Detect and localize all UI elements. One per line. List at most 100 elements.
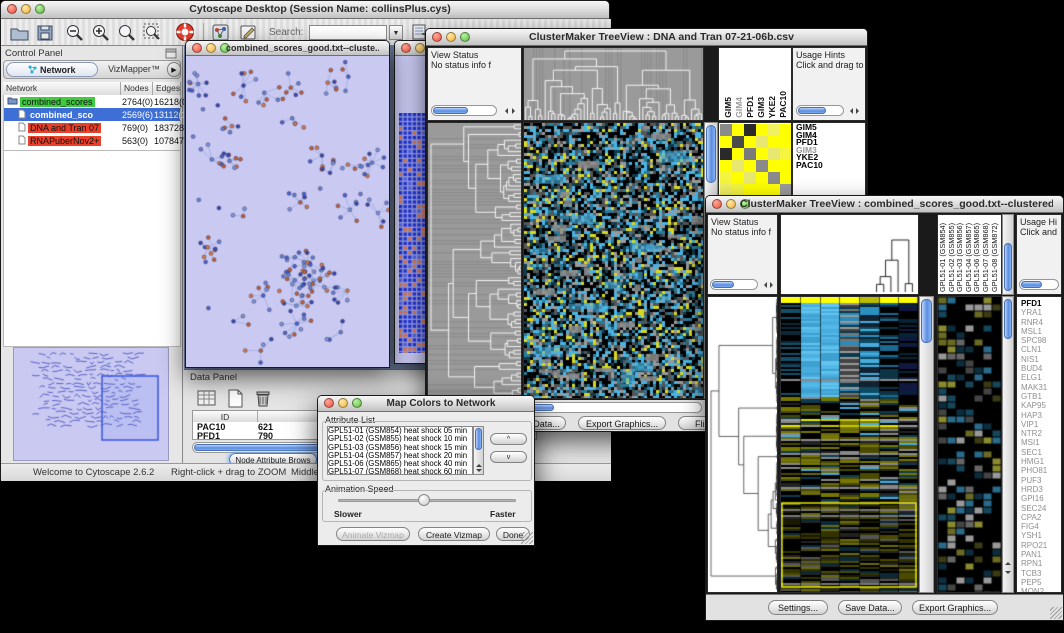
tab-vizmapper[interactable]: VizMapper™ [102,64,166,74]
gene-label[interactable]: PFD1 [1021,299,1061,308]
scroll-left-arrow[interactable] [502,108,508,114]
tv2-zoom-heatmap[interactable] [937,296,1002,593]
gene-label[interactable]: RPO21 [1021,541,1061,550]
zoom-out-icon[interactable] [65,23,85,42]
array-label[interactable]: PAC10 [778,91,788,118]
scroll-left-arrow[interactable] [761,282,767,288]
close-icon[interactable] [401,43,411,53]
tv1-heatmap[interactable] [523,122,704,399]
attr-col-id[interactable]: ID [193,411,258,422]
minimize-icon[interactable] [446,32,456,42]
tv1-gene-dendrogram[interactable] [427,122,522,399]
scroll-right-arrow[interactable] [770,282,776,288]
open-session-icon[interactable] [9,23,29,42]
tv2-heatmap[interactable] [780,296,919,593]
close-icon[interactable] [432,32,442,42]
gene-label[interactable]: PUF3 [1021,476,1061,485]
resize-grip[interactable] [1050,607,1062,619]
network-list-item[interactable]: combined_sco2569(6)13112(15) [4,108,180,121]
animate-vizmap-button[interactable]: Animate Vizmap [336,527,410,541]
array-label[interactable]: GIM3 [756,97,766,118]
network-list-item[interactable]: DNA and Tran 07769(0)183728(0) [4,121,180,134]
tv2-settings-button[interactable]: Settings... [768,600,828,615]
minimize-icon[interactable] [415,43,425,53]
tv2-heatmap-vscrollbar[interactable] [919,296,934,593]
minimize-icon[interactable] [21,4,31,14]
close-icon[interactable] [192,43,202,53]
save-session-icon[interactable] [35,23,55,42]
zoom-in-icon[interactable] [91,23,111,42]
gene-label[interactable]: MON2 [1021,587,1061,593]
minimize-icon[interactable] [338,398,348,408]
tv2-labels-vscrollbar[interactable] [1002,214,1014,295]
gene-label[interactable]: YRA1 [1021,308,1061,317]
scroll-up-arrow[interactable] [476,461,482,467]
treeview1-titlebar[interactable]: ClusterMaker TreeView : DNA and Tran 07-… [426,29,867,46]
tv2-usage-scrollbar[interactable] [1019,279,1059,290]
close-icon[interactable] [7,4,17,14]
delete-attribute-icon[interactable] [252,388,274,409]
close-icon[interactable] [712,199,722,209]
attribute-list-item[interactable]: GPL51-07 (GSM868) heat shock 60 min [328,468,472,475]
gene-label[interactable]: SEC24 [1021,504,1061,513]
dialog-titlebar[interactable]: Map Colors to Network [318,396,534,412]
zoom-fit-icon[interactable] [117,23,137,42]
col-nodes[interactable]: Nodes [121,82,153,95]
float-panel-icon[interactable] [165,48,177,59]
gene-label[interactable]: HMG1 [1021,457,1061,466]
array-label[interactable]: GIM5 [723,97,733,118]
tab-network[interactable]: Network [6,62,98,77]
tv1-array-dendrogram[interactable] [523,47,704,121]
close-icon[interactable] [324,398,334,408]
minimize-icon[interactable] [206,43,216,53]
tv1-zoom-heatmap[interactable] [718,122,792,196]
tv2-gene-dendrogram[interactable] [707,296,778,593]
scroll-right-arrow[interactable] [856,108,862,114]
array-label[interactable]: PFD1 [745,96,755,118]
array-label[interactable]: YKE2 [767,96,777,118]
scroll-down-arrow[interactable] [476,469,482,475]
search-input[interactable] [309,25,387,40]
zoom-selected-icon[interactable] [143,23,163,42]
gene-label[interactable]: CPA2 [1021,513,1061,522]
tab-overflow-button[interactable]: ▶ [167,62,181,77]
col-network[interactable]: Network [3,82,121,95]
gene-label[interactable]: RNR4 [1021,318,1061,327]
tv1-usage-scrollbar[interactable] [796,105,844,116]
gene-label[interactable]: NIS1 [1021,355,1061,364]
network1-view[interactable] [186,56,389,367]
network2-view[interactable] [399,113,428,353]
array-label[interactable]: GPL51-08 (GSM872) [991,223,1000,292]
attribute-list-scrollbar[interactable] [473,426,484,475]
scroll-left-arrow[interactable] [847,108,853,114]
gene-label[interactable]: NTR2 [1021,429,1061,438]
network-list-item[interactable]: combined_scores2764(0)16218(0) [4,95,180,108]
gene-label[interactable]: HAP3 [1021,411,1061,420]
gene-label[interactable]: PEP5 [1021,578,1061,587]
new-attribute-icon[interactable] [224,388,246,409]
gene-label[interactable]: GTB1 [1021,392,1061,401]
speed-slider-thumb[interactable] [418,494,430,506]
tv2-zoom-vscrollbar[interactable] [1002,296,1014,593]
gene-label[interactable]: TCB3 [1021,569,1061,578]
main-titlebar[interactable]: Cytoscape Desktop (Session Name: collins… [1,1,609,19]
gene-label[interactable]: YSH1 [1021,531,1061,540]
gene-label[interactable]: GPI16 [1021,494,1061,503]
treeview2-titlebar[interactable]: ClusterMaker TreeView : combined_scores_… [706,196,1063,213]
network-overview-thumbnail[interactable] [13,347,169,461]
gene-label[interactable]: SEC1 [1021,448,1061,457]
scroll-down-arrow[interactable] [1005,571,1011,577]
array-label[interactable]: GIM4 [734,97,744,118]
gene-label[interactable]: VIP1 [1021,420,1061,429]
gene-label[interactable]: BUD4 [1021,364,1061,373]
search-dropdown-button[interactable]: ▼ [389,25,403,40]
network-list-item[interactable]: RNAPuberNov2+563(0)107847(0) [4,134,180,147]
gene-label[interactable]: MSL1 [1021,327,1061,336]
gene-label[interactable]: PAN1 [1021,550,1061,559]
tv2-save-data-button[interactable]: Save Data... [838,600,902,615]
gene-label[interactable]: MSI1 [1021,438,1061,447]
tv2-export-graphics-button[interactable]: Export Graphics... [912,600,998,615]
tv1-status-scrollbar[interactable] [431,105,497,116]
col-edges[interactable]: Edges [153,82,181,95]
gene-label[interactable]: SPC98 [1021,336,1061,345]
